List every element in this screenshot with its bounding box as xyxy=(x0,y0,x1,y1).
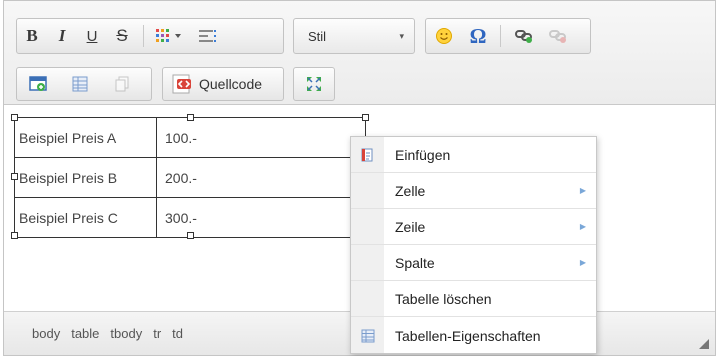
menu-item-table-properties[interactable]: Tabellen-Eigenschaften xyxy=(351,317,596,355)
maximize-button[interactable] xyxy=(293,67,335,101)
resize-handle[interactable] xyxy=(187,232,194,239)
context-menu: Einfügen Zelle ▶ Zeile ▶ Spalte ▶ Tabell… xyxy=(350,136,597,354)
insert-group: Ω xyxy=(425,18,591,54)
paste-icon xyxy=(361,148,373,161)
bullet-list-icon xyxy=(156,29,181,42)
unlink-icon xyxy=(549,30,566,43)
source-code-label: Quellcode xyxy=(199,76,263,92)
element-path: body table tbody tr td xyxy=(32,326,183,341)
path-item-table[interactable]: table xyxy=(71,326,99,341)
submenu-arrow-icon: ▶ xyxy=(579,222,586,231)
special-char-button[interactable]: Ω xyxy=(462,19,494,53)
menu-item-row[interactable]: Zeile ▶ xyxy=(351,209,596,245)
insert-image-button[interactable] xyxy=(17,68,59,100)
maximize-icon xyxy=(307,77,321,91)
copy-icon xyxy=(115,76,129,92)
source-code-icon xyxy=(172,74,191,94)
resize-handle[interactable] xyxy=(11,114,18,121)
menu-item-label: Tabellen-Eigenschaften xyxy=(395,328,541,344)
menu-item-paste[interactable]: Einfügen xyxy=(351,137,596,173)
submenu-arrow-icon: ▶ xyxy=(579,258,586,267)
underline-button[interactable]: U xyxy=(77,19,107,53)
resize-handle[interactable] xyxy=(11,173,18,180)
table-cell[interactable]: 100.- xyxy=(156,117,366,158)
separator xyxy=(143,25,144,47)
chevron-down-icon: ▾ xyxy=(399,30,404,41)
menu-item-label: Zelle xyxy=(395,182,426,199)
resize-handle[interactable] xyxy=(362,114,369,121)
style-select-value: Stil xyxy=(308,28,327,44)
bold-button[interactable]: B xyxy=(17,19,47,53)
menu-item-label: Einfügen xyxy=(395,146,451,163)
path-item-tr[interactable]: tr xyxy=(153,326,161,341)
table-properties-icon xyxy=(361,329,375,343)
table-row[interactable]: Beispiel Preis A 100.- xyxy=(14,117,366,158)
table-row[interactable]: Beispiel Preis B 200.- xyxy=(14,157,366,198)
toolbar: B I U S Stil ▾ Ω Quellcode xyxy=(4,1,715,105)
italic-button[interactable]: I xyxy=(47,19,77,53)
table-cell[interactable]: Beispiel Preis C xyxy=(14,197,157,238)
media-group xyxy=(16,67,152,101)
bullet-list-button[interactable] xyxy=(150,19,190,53)
numbered-list-icon xyxy=(199,30,216,42)
menu-item-column[interactable]: Spalte ▶ xyxy=(351,245,596,281)
link-icon xyxy=(515,30,532,43)
insert-table-button[interactable] xyxy=(59,68,101,100)
copy-button[interactable] xyxy=(101,68,143,100)
style-select[interactable]: Stil ▾ xyxy=(293,18,415,54)
menu-item-label: Zeile xyxy=(395,218,426,235)
smiley-icon xyxy=(436,28,452,44)
image-icon xyxy=(29,76,47,91)
table-cell[interactable]: Beispiel Preis A xyxy=(14,117,157,158)
price-table[interactable]: Beispiel Preis A 100.- Beispiel Preis B … xyxy=(14,117,366,238)
strikethrough-button[interactable]: S xyxy=(107,19,137,53)
table-icon xyxy=(72,76,88,92)
menu-item-cell[interactable]: Zelle ▶ xyxy=(351,173,596,209)
resize-grip-icon[interactable] xyxy=(699,339,709,349)
submenu-arrow-icon: ▶ xyxy=(579,186,586,195)
resize-handle[interactable] xyxy=(187,114,194,121)
numbered-list-button[interactable] xyxy=(190,19,224,53)
separator xyxy=(500,25,501,47)
path-item-td[interactable]: td xyxy=(172,326,183,341)
unlink-button[interactable] xyxy=(541,19,575,53)
source-code-button[interactable]: Quellcode xyxy=(162,67,284,101)
menu-item-label: Spalte xyxy=(395,254,435,271)
emoticon-button[interactable] xyxy=(426,19,462,53)
table-cell[interactable]: 200.- xyxy=(156,157,366,198)
insert-link-button[interactable] xyxy=(507,19,541,53)
table-cell[interactable]: Beispiel Preis B xyxy=(14,157,157,198)
format-group: B I U S xyxy=(16,18,284,54)
resize-handle[interactable] xyxy=(11,232,18,239)
menu-item-label: Tabelle löschen xyxy=(395,290,492,307)
menu-item-delete-table[interactable]: Tabelle löschen xyxy=(351,281,596,317)
path-item-tbody[interactable]: tbody xyxy=(110,326,142,341)
path-item-body[interactable]: body xyxy=(32,326,60,341)
